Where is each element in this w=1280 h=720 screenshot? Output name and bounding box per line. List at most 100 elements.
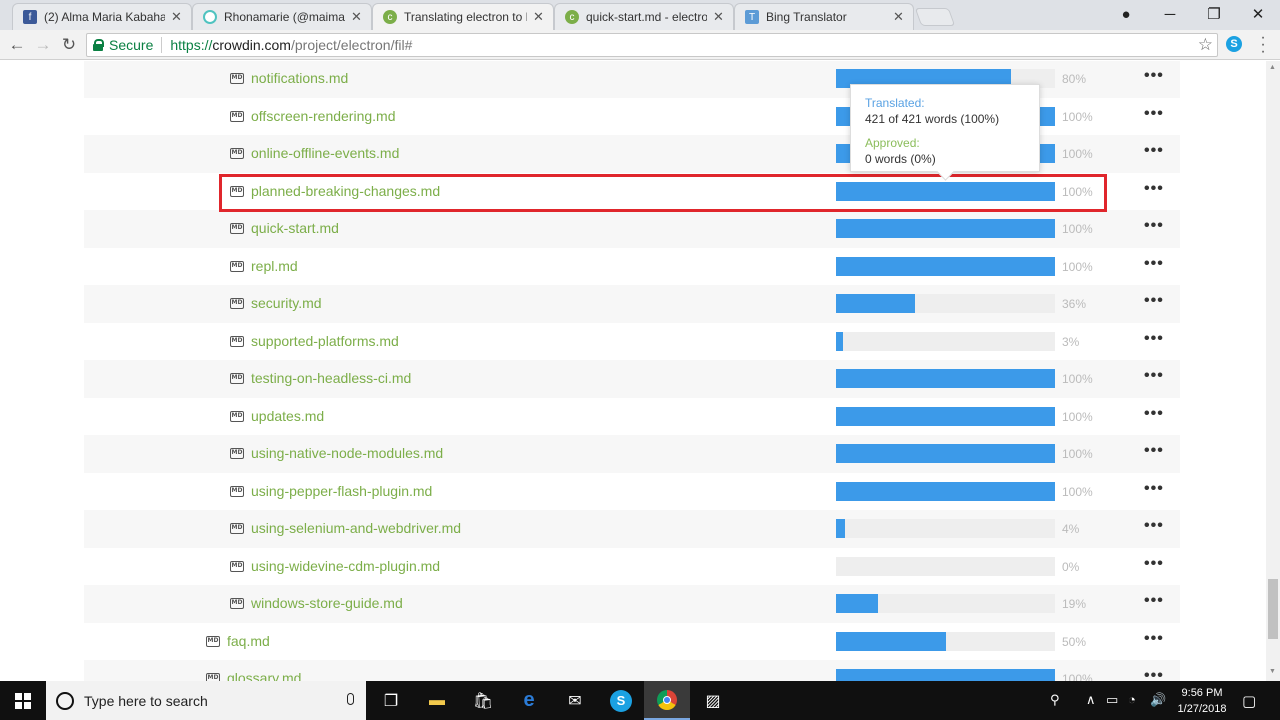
skype-extension-icon[interactable]: S <box>1226 36 1242 52</box>
file-row[interactable]: MD glossary.md 100% ••• <box>84 660 1180 681</box>
file-name-link[interactable]: security.md <box>251 295 322 311</box>
file-name-link[interactable]: faq.md <box>227 633 270 649</box>
file-name-link[interactable]: updates.md <box>251 408 324 424</box>
start-button[interactable] <box>0 681 46 720</box>
more-options-icon[interactable]: ••• <box>1144 592 1164 610</box>
more-options-icon[interactable]: ••• <box>1144 67 1164 85</box>
forward-icon[interactable]: → <box>32 34 54 56</box>
network-icon[interactable]: ◔ <box>1128 692 1136 707</box>
more-options-icon[interactable]: ••• <box>1144 217 1164 235</box>
file-name-link[interactable]: windows-store-guide.md <box>251 595 403 611</box>
microphone-icon[interactable] <box>347 693 354 705</box>
bookmark-star-icon[interactable]: ☆ <box>1198 35 1213 55</box>
translation-progress-bar[interactable] <box>836 331 1055 351</box>
more-options-icon[interactable]: ••• <box>1144 142 1164 160</box>
scroll-up-icon[interactable]: ▲ <box>1269 64 1276 71</box>
back-icon[interactable]: ← <box>6 34 28 56</box>
translation-progress-bar[interactable] <box>836 369 1055 388</box>
browser-menu-icon[interactable]: · · · <box>1256 30 1270 60</box>
file-row[interactable]: MD testing-on-headless-ci.md 100% ••• <box>84 360 1180 398</box>
translation-progress-bar[interactable] <box>836 631 1055 651</box>
close-icon[interactable]: ✕ <box>713 9 725 25</box>
browser-tab-active[interactable]: c Translating electron to Fi ✕ <box>372 3 554 30</box>
file-name-link[interactable]: using-pepper-flash-plugin.md <box>251 483 432 499</box>
file-explorer-icon[interactable]: ▬ <box>414 681 460 720</box>
more-options-icon[interactable]: ••• <box>1144 255 1164 273</box>
file-row[interactable]: MD windows-store-guide.md 19% ••• <box>84 585 1180 623</box>
file-row[interactable]: MD using-pepper-flash-plugin.md 100% ••• <box>84 473 1180 511</box>
translation-progress-bar[interactable] <box>836 669 1055 681</box>
close-icon[interactable]: ✕ <box>351 9 363 25</box>
more-options-icon[interactable]: ••• <box>1144 367 1164 385</box>
translation-progress-bar[interactable] <box>836 594 1055 613</box>
scrollbar[interactable]: ▲ ▼ <box>1266 61 1280 681</box>
translation-progress-bar[interactable] <box>836 219 1055 238</box>
notifications-icon[interactable]: ▢ <box>1242 692 1256 710</box>
file-row[interactable]: MD repl.md 100% ••• <box>84 248 1180 286</box>
translation-progress-bar[interactable] <box>836 481 1055 501</box>
people-icon[interactable]: ⚲ <box>1050 692 1060 708</box>
browser-tab[interactable]: f (2) Alma Maria Kabahar ✕ <box>12 3 192 30</box>
task-view-icon[interactable]: ❐ <box>368 681 414 720</box>
scroll-thumb[interactable] <box>1268 579 1278 639</box>
close-icon[interactable]: ✕ <box>893 9 905 25</box>
more-options-icon[interactable]: ••• <box>1144 480 1164 498</box>
more-options-icon[interactable]: ••• <box>1144 405 1164 423</box>
more-options-icon[interactable]: ••• <box>1144 292 1164 310</box>
close-window-icon[interactable]: ✕ <box>1236 0 1280 28</box>
browser-tab[interactable]: T Bing Translator ✕ <box>734 3 914 30</box>
browser-tab[interactable]: Rhonamarie (@maimaim ✕ <box>192 3 372 30</box>
profile-icon[interactable]: ● <box>1104 0 1148 28</box>
more-options-icon[interactable]: ••• <box>1144 330 1164 348</box>
file-name-link[interactable]: supported-platforms.md <box>251 333 399 349</box>
file-row[interactable]: MD using-widevine-cdm-plugin.md 0% ••• <box>84 548 1180 586</box>
mail-icon[interactable]: ✉ <box>552 681 598 720</box>
chrome-icon[interactable] <box>644 681 690 720</box>
file-name-link[interactable]: using-native-node-modules.md <box>251 445 443 461</box>
chevron-up-icon[interactable]: ∧ <box>1086 692 1096 708</box>
file-row[interactable]: MD security.md 36% ••• <box>84 285 1180 323</box>
more-options-icon[interactable]: ••• <box>1144 555 1164 573</box>
file-name-link[interactable]: testing-on-headless-ci.md <box>251 370 411 386</box>
translation-progress-bar[interactable] <box>836 406 1055 426</box>
scroll-down-icon[interactable]: ▼ <box>1269 668 1276 675</box>
volume-icon[interactable]: 🔊 <box>1150 692 1166 708</box>
browser-tab[interactable]: c quick-start.md - electron ✕ <box>554 3 734 30</box>
battery-icon[interactable]: ▭ <box>1106 692 1118 708</box>
file-row[interactable]: MD quick-start.md 100% ••• <box>84 210 1180 248</box>
store-icon[interactable]: 🛍 <box>460 681 506 720</box>
file-row[interactable]: MD faq.md 50% ••• <box>84 623 1180 661</box>
translation-progress-bar[interactable] <box>836 556 1055 576</box>
more-options-icon[interactable]: ••• <box>1144 180 1164 198</box>
close-icon[interactable]: ✕ <box>171 9 183 25</box>
file-row[interactable]: MD updates.md 100% ••• <box>84 398 1180 436</box>
file-name-link[interactable]: notifications.md <box>251 70 348 86</box>
translation-progress-bar[interactable] <box>836 519 1055 538</box>
file-name-link[interactable]: offscreen-rendering.md <box>251 108 395 124</box>
more-options-icon[interactable]: ••• <box>1144 442 1164 460</box>
close-icon[interactable]: ✕ <box>533 9 545 25</box>
address-bar[interactable]: Secure https:// crowdin.com /project/ele… <box>86 33 1218 57</box>
photos-icon[interactable]: ▨ <box>690 681 736 720</box>
file-name-link[interactable]: glossary.md <box>227 670 301 681</box>
file-row[interactable]: MD using-selenium-and-webdriver.md 4% ••• <box>84 510 1180 548</box>
file-name-link[interactable]: online-offline-events.md <box>251 145 399 161</box>
clock[interactable]: 9:56 PM 1/27/2018 <box>1172 685 1232 717</box>
file-name-link[interactable]: quick-start.md <box>251 220 339 236</box>
minimize-icon[interactable]: ─ <box>1148 0 1192 28</box>
file-row[interactable]: MD using-native-node-modules.md 100% ••• <box>84 435 1180 473</box>
translation-progress-bar[interactable] <box>836 444 1055 463</box>
more-options-icon[interactable]: ••• <box>1144 630 1164 648</box>
more-options-icon[interactable]: ••• <box>1144 667 1164 681</box>
skype-icon[interactable]: S <box>598 681 644 720</box>
reload-icon[interactable]: ↻ <box>58 34 80 56</box>
file-row[interactable]: MD supported-platforms.md 3% ••• <box>84 323 1180 361</box>
translation-progress-bar[interactable] <box>836 294 1055 313</box>
file-name-link[interactable]: using-selenium-and-webdriver.md <box>251 520 461 536</box>
translation-progress-bar[interactable] <box>836 256 1055 276</box>
edge-icon[interactable]: e <box>506 681 552 720</box>
more-options-icon[interactable]: ••• <box>1144 517 1164 535</box>
new-tab-button[interactable] <box>914 8 956 26</box>
restore-icon[interactable]: ❐ <box>1192 0 1236 28</box>
more-options-icon[interactable]: ••• <box>1144 105 1164 123</box>
